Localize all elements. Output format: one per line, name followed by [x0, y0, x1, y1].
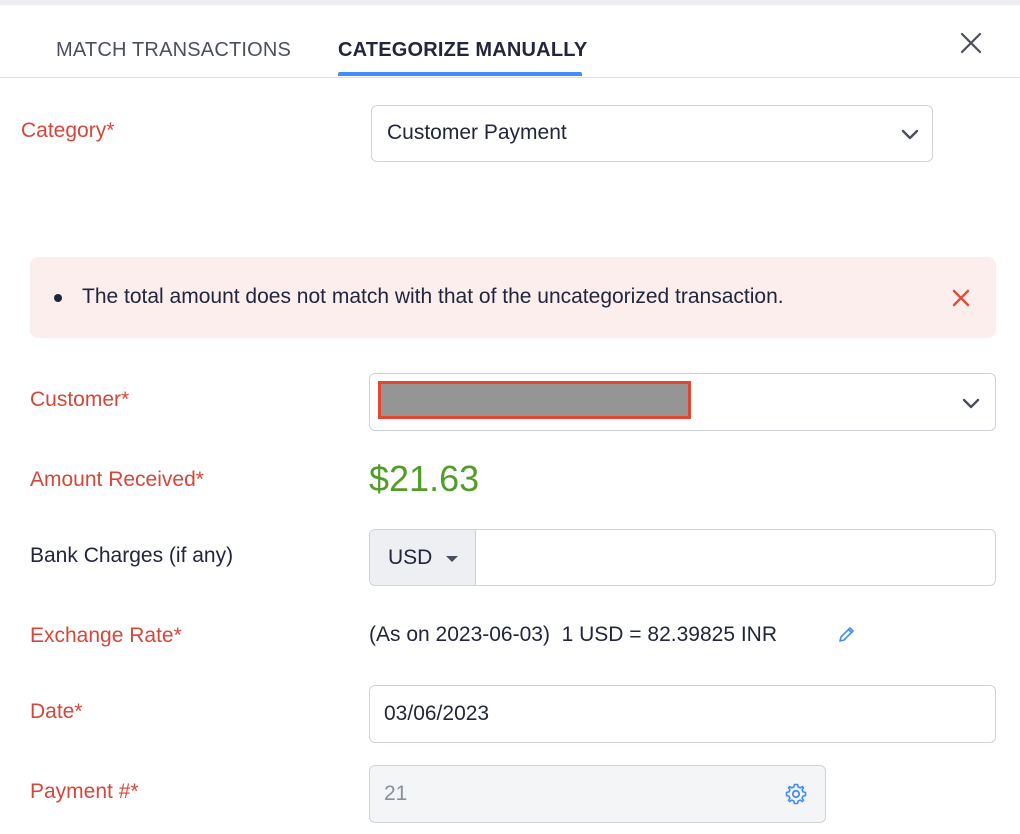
category-value: Customer Payment	[387, 121, 567, 144]
tab-match-transactions[interactable]: MATCH TRANSACTIONS	[56, 39, 291, 62]
caret-down-icon	[446, 556, 458, 562]
active-tab-indicator	[338, 72, 582, 76]
currency-dropdown[interactable]: USD	[370, 530, 476, 585]
error-alert: The total amount does not match with tha…	[30, 257, 996, 338]
redacted-customer-name	[378, 381, 691, 419]
exchange-rate-value: 1 USD = 82.39825 INR	[561, 623, 777, 646]
currency-label: USD	[388, 546, 433, 569]
pencil-icon[interactable]	[837, 624, 857, 644]
customer-select[interactable]	[369, 373, 996, 431]
amount-received-label: Amount Received*	[30, 468, 204, 491]
bank-charges-input[interactable]	[476, 530, 995, 585]
tab-categorize-manually[interactable]: CATEGORIZE MANUALLY	[338, 39, 587, 62]
date-label: Date*	[30, 700, 83, 723]
bank-charges-group: USD	[369, 529, 996, 586]
category-select[interactable]: Customer Payment	[371, 105, 933, 162]
date-input[interactable]	[369, 685, 996, 743]
chevron-down-icon	[901, 129, 919, 140]
alert-bullet	[54, 294, 62, 302]
close-icon[interactable]	[956, 28, 986, 58]
payment-number-input[interactable]	[369, 765, 826, 823]
alert-message: The total amount does not match with tha…	[82, 285, 784, 308]
category-label: Category*	[21, 119, 115, 142]
amount-received-value: $21.63	[369, 458, 480, 499]
exchange-rate-info: (As on 2023-06-03) 1 USD = 82.39825 INR	[369, 623, 777, 647]
exchange-rate-date: (As on 2023-06-03)	[369, 623, 550, 646]
exchange-rate-label: Exchange Rate*	[30, 624, 182, 647]
chevron-down-icon	[962, 398, 980, 409]
close-icon[interactable]	[950, 287, 972, 309]
customer-label: Customer*	[30, 388, 130, 411]
bank-charges-label: Bank Charges (if any)	[30, 544, 234, 567]
tab-bar: MATCH TRANSACTIONS CATEGORIZE MANUALLY	[0, 5, 1020, 78]
gear-icon[interactable]	[784, 782, 808, 806]
payment-number-label: Payment #*	[30, 780, 139, 803]
